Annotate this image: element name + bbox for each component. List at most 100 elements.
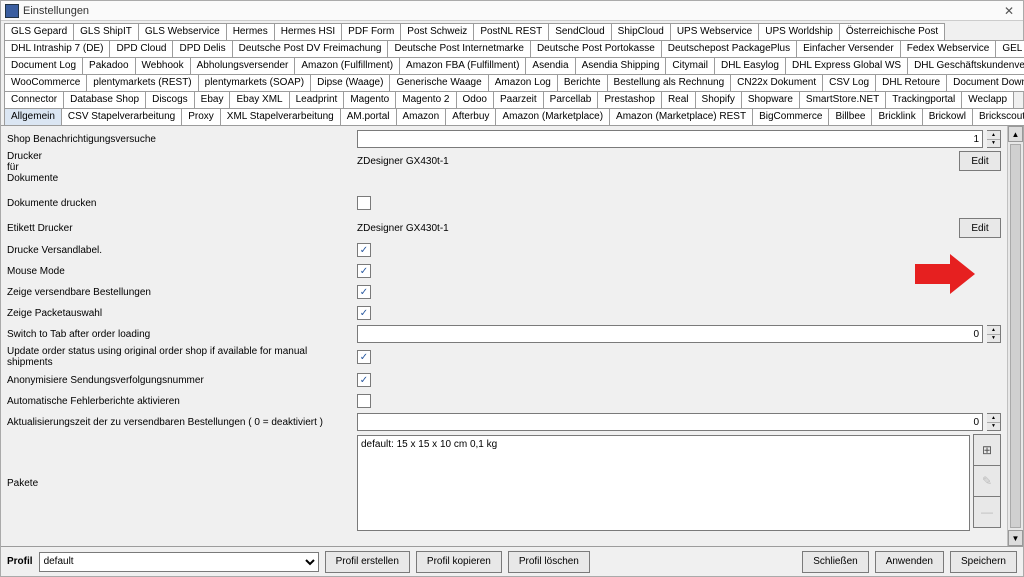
tab-pdf-form[interactable]: PDF Form xyxy=(341,23,401,41)
tab-deutsche-post-internetmarke[interactable]: Deutsche Post Internetmarke xyxy=(387,40,531,58)
tab-weclapp[interactable]: Weclapp xyxy=(961,91,1014,109)
tab-brickscout[interactable]: Brickscout xyxy=(972,108,1024,126)
tab-proxy[interactable]: Proxy xyxy=(181,108,221,126)
tab-dpd-cloud[interactable]: DPD Cloud xyxy=(109,40,173,58)
create-profile-button[interactable]: Profil erstellen xyxy=(325,551,410,573)
tab-shopify[interactable]: Shopify xyxy=(695,91,742,109)
tab-cn22x-dokument[interactable]: CN22x Dokument xyxy=(730,74,823,92)
checkbox-mouse-mode[interactable] xyxy=(357,264,371,278)
tab-amazon-fulfillment-[interactable]: Amazon (Fulfillment) xyxy=(294,57,400,75)
tab-woocommerce[interactable]: WooCommerce xyxy=(4,74,87,92)
scroll-up-button[interactable]: ▲ xyxy=(1008,126,1023,142)
tab-xml-stapelverarbeitung[interactable]: XML Stapelverarbeitung xyxy=(220,108,341,126)
tab-asendia-shipping[interactable]: Asendia Shipping xyxy=(575,57,667,75)
profile-select[interactable]: default xyxy=(39,552,319,572)
tab-shopware[interactable]: Shopware xyxy=(741,91,800,109)
input-refresh-time[interactable] xyxy=(357,413,983,431)
tab-ups-worldship[interactable]: UPS Worldship xyxy=(758,23,840,41)
input-notify[interactable] xyxy=(357,130,983,148)
tab-hermes[interactable]: Hermes xyxy=(226,23,275,41)
edit-package-button[interactable]: ✎ xyxy=(973,465,1001,497)
tab-odoo[interactable]: Odoo xyxy=(456,91,494,109)
spinner-notify[interactable]: ▲▼ xyxy=(987,130,1001,148)
tab-shipcloud[interactable]: ShipCloud xyxy=(611,23,671,41)
checkbox-anon-track[interactable] xyxy=(357,373,371,387)
tab-gls-gepard[interactable]: GLS Gepard xyxy=(4,23,74,41)
tab-bricklink[interactable]: Bricklink xyxy=(871,108,922,126)
tab-dipse-waage-[interactable]: Dipse (Waage) xyxy=(310,74,390,92)
tab-csv-log[interactable]: CSV Log xyxy=(822,74,876,92)
tab-deutsche-post-portokasse[interactable]: Deutsche Post Portokasse xyxy=(530,40,662,58)
scroll-thumb[interactable] xyxy=(1010,144,1021,528)
tab-paarzeit[interactable]: Paarzeit xyxy=(493,91,544,109)
tab-prestashop[interactable]: Prestashop xyxy=(597,91,662,109)
tab-amazon-log[interactable]: Amazon Log xyxy=(488,74,558,92)
close-button[interactable]: Schließen xyxy=(802,551,868,573)
tab-post-schweiz[interactable]: Post Schweiz xyxy=(400,23,474,41)
tab-afterbuy[interactable]: Afterbuy xyxy=(445,108,496,126)
tab-ups-webservice[interactable]: UPS Webservice xyxy=(670,23,759,41)
tab-bigcommerce[interactable]: BigCommerce xyxy=(752,108,829,126)
checkbox-auto-error[interactable] xyxy=(357,394,371,408)
tab-plentymarkets-rest-[interactable]: plentymarkets (REST) xyxy=(86,74,198,92)
tab-database-shop[interactable]: Database Shop xyxy=(63,91,146,109)
tab-bestellung-als-rechnung[interactable]: Bestellung als Rechnung xyxy=(607,74,732,92)
tab-magento[interactable]: Magento xyxy=(343,91,396,109)
tab-document-downloader[interactable]: Document Downloader xyxy=(946,74,1024,92)
save-button[interactable]: Speichern xyxy=(950,551,1017,573)
tab-hermes-hsi[interactable]: Hermes HSI xyxy=(274,23,342,41)
tab-gls-webservice[interactable]: GLS Webservice xyxy=(138,23,227,41)
input-switch-tab[interactable] xyxy=(357,325,983,343)
tab-brickowl[interactable]: Brickowl xyxy=(922,108,973,126)
tab-dhl-express-global-ws[interactable]: DHL Express Global WS xyxy=(785,57,908,75)
tab-berichte[interactable]: Berichte xyxy=(557,74,608,92)
tab-ebay[interactable]: Ebay xyxy=(194,91,231,109)
tab-real[interactable]: Real xyxy=(661,91,696,109)
tab-document-log[interactable]: Document Log xyxy=(4,57,83,75)
tab-sendcloud[interactable]: SendCloud xyxy=(548,23,611,41)
tab-citymail[interactable]: Citymail xyxy=(665,57,715,75)
tab-abholungsversender[interactable]: Abholungsversender xyxy=(190,57,296,75)
tab-deutsche-post-dv-freimachung[interactable]: Deutsche Post DV Freimachung xyxy=(232,40,389,58)
tab-allgemein[interactable]: Allgemein xyxy=(4,108,62,126)
vertical-scrollbar[interactable]: ▲ ▼ xyxy=(1007,126,1023,546)
edit-label-printer-button[interactable]: Edit xyxy=(959,218,1001,238)
close-icon[interactable]: ✕ xyxy=(999,4,1019,18)
tab-amazon[interactable]: Amazon xyxy=(396,108,447,126)
spinner-switch-tab[interactable]: ▲▼ xyxy=(987,325,1001,343)
tab-dhl-intraship-7-de-[interactable]: DHL Intraship 7 (DE) xyxy=(4,40,110,58)
tab-einfacher-versender[interactable]: Einfacher Versender xyxy=(796,40,901,58)
tab-parcellab[interactable]: Parcellab xyxy=(543,91,599,109)
remove-package-button[interactable]: — xyxy=(973,496,1001,528)
tab-webhook[interactable]: Webhook xyxy=(135,57,191,75)
tab-am-portal[interactable]: AM.portal xyxy=(340,108,397,126)
spinner-refresh-time[interactable]: ▲▼ xyxy=(987,413,1001,431)
tab-dhl-gesch-ftskundenversand[interactable]: DHL Geschäftskundenversand xyxy=(907,57,1024,75)
tab-smartstore-net[interactable]: SmartStore.NET xyxy=(799,91,886,109)
tab-deutschepost-packageplus[interactable]: Deutschepost PackagePlus xyxy=(661,40,797,58)
tab-pakadoo[interactable]: Pakadoo xyxy=(82,57,135,75)
add-package-button[interactable]: ⊞ xyxy=(973,434,1001,466)
tab-dpd-delis[interactable]: DPD Delis xyxy=(172,40,232,58)
checkbox-print-shipping[interactable] xyxy=(357,243,371,257)
checkbox-show-shippable[interactable] xyxy=(357,285,371,299)
tab-ebay-xml[interactable]: Ebay XML xyxy=(229,91,289,109)
checkbox-show-packet[interactable] xyxy=(357,306,371,320)
tab-discogs[interactable]: Discogs xyxy=(145,91,195,109)
delete-profile-button[interactable]: Profil löschen xyxy=(508,551,590,573)
checkbox-update-status[interactable] xyxy=(357,350,371,364)
tab-gel-express[interactable]: GEL Express xyxy=(995,40,1024,58)
tab-amazon-marketplace-[interactable]: Amazon (Marketplace) xyxy=(495,108,610,126)
tab-postnl-rest[interactable]: PostNL REST xyxy=(473,23,549,41)
tab-connector[interactable]: Connector xyxy=(4,91,64,109)
edit-doc-printer-button[interactable]: Edit xyxy=(959,151,1001,171)
tab-trackingportal[interactable]: Trackingportal xyxy=(885,91,962,109)
apply-button[interactable]: Anwenden xyxy=(875,551,944,573)
tab-amazon-fba-fulfillment-[interactable]: Amazon FBA (Fulfillment) xyxy=(399,57,526,75)
tab--sterreichische-post[interactable]: Österreichische Post xyxy=(839,23,945,41)
tab-dhl-retoure[interactable]: DHL Retoure xyxy=(875,74,947,92)
tab-amazon-marketplace-rest[interactable]: Amazon (Marketplace) REST xyxy=(609,108,753,126)
textarea-packages[interactable]: default: 15 x 15 x 10 cm 0,1 kg xyxy=(357,435,970,531)
tab-csv-stapelverarbeitung[interactable]: CSV Stapelverarbeitung xyxy=(61,108,182,126)
tab-asendia[interactable]: Asendia xyxy=(525,57,575,75)
